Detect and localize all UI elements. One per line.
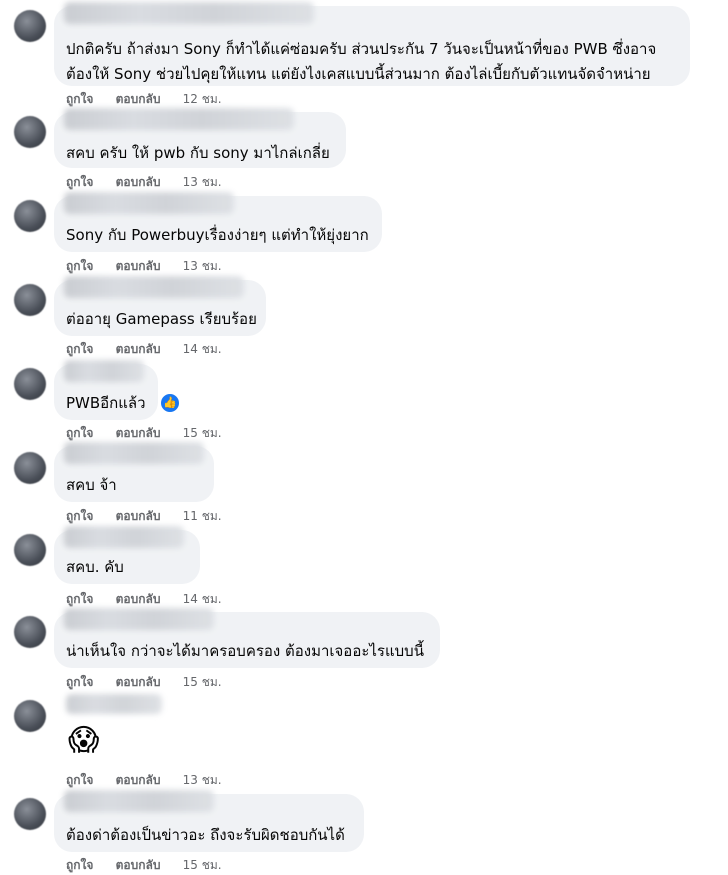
commenter-name-redacted bbox=[64, 526, 184, 548]
reply-button[interactable]: ตอบกลับ bbox=[116, 673, 161, 692]
like-button[interactable]: ถูกใจ bbox=[66, 257, 93, 276]
comment-bubble: ปกติครับ ถ้าส่งมา Sony ก็ทำได้แค่ซ่อมครั… bbox=[54, 2, 690, 86]
comment-bubble: สคบ ครับ ให้ pwb กับ sony มาไกล่เกลี่ย bbox=[54, 108, 346, 168]
like-button[interactable]: ถูกใจ bbox=[66, 673, 93, 692]
avatar[interactable] bbox=[14, 116, 46, 148]
commenter-name-redacted bbox=[64, 790, 214, 812]
avatar[interactable] bbox=[14, 10, 46, 42]
like-button[interactable]: ถูกใจ bbox=[66, 507, 93, 526]
commenter-name-redacted bbox=[64, 108, 294, 130]
like-button[interactable]: ถูกใจ bbox=[66, 340, 93, 359]
like-button[interactable]: ถูกใจ bbox=[66, 856, 93, 875]
commenter-name-redacted bbox=[66, 694, 162, 714]
reply-button[interactable]: ตอบกลับ bbox=[116, 771, 161, 790]
like-button[interactable]: ถูกใจ bbox=[66, 173, 93, 192]
like-reaction-icon[interactable]: 👍 bbox=[159, 392, 181, 414]
like-button[interactable]: ถูกใจ bbox=[66, 590, 93, 609]
reply-button[interactable]: ตอบกลับ bbox=[116, 173, 161, 192]
comment-timestamp[interactable]: 14 ชม. bbox=[183, 340, 222, 359]
like-button[interactable]: ถูกใจ bbox=[66, 424, 93, 443]
comment-bubble: PWBอีกแล้ว bbox=[54, 360, 158, 420]
avatar[interactable] bbox=[14, 284, 46, 316]
comment-timestamp[interactable]: 15 ชม. bbox=[183, 424, 222, 443]
avatar[interactable] bbox=[14, 452, 46, 484]
comment-bubble: สคบ จ้า bbox=[54, 442, 214, 502]
like-button[interactable]: ถูกใจ bbox=[66, 90, 93, 109]
avatar[interactable] bbox=[14, 700, 46, 732]
comment-text-line: สคบ. คับ bbox=[66, 558, 124, 576]
commenter-name-redacted bbox=[64, 442, 204, 464]
commenter-name-redacted bbox=[64, 608, 214, 630]
comment-timestamp[interactable]: 13 ชม. bbox=[183, 257, 222, 276]
comment-text-line: ต้องให้ Sony ช่วยไปคุยให้แทน แต่ยังไงเคส… bbox=[66, 65, 651, 83]
avatar[interactable] bbox=[14, 200, 46, 232]
commenter-name-redacted bbox=[64, 360, 144, 382]
comment-timestamp[interactable]: 14 ชม. bbox=[183, 590, 222, 609]
reply-button[interactable]: ตอบกลับ bbox=[116, 507, 161, 526]
avatar[interactable] bbox=[14, 368, 46, 400]
avatar[interactable] bbox=[14, 616, 46, 648]
comment-text-line: ต้องด่าต้องเป็นข่าวอะ ถึงจะรับผิดชอบกันไ… bbox=[66, 826, 345, 844]
comment-bubble: สคบ. คับ bbox=[54, 526, 200, 584]
comment-timestamp[interactable]: 13 ชม. bbox=[183, 771, 222, 790]
reply-button[interactable]: ตอบกลับ bbox=[116, 590, 161, 609]
reply-button[interactable]: ตอบกลับ bbox=[116, 257, 161, 276]
commenter-name-redacted bbox=[64, 192, 234, 214]
reply-button[interactable]: ตอบกลับ bbox=[116, 424, 161, 443]
comment-text-line: PWBอีกแล้ว bbox=[66, 394, 146, 412]
comment-text-line: Sony กับ Powerbuyเรื่องง่ายๆ แต่ทำให้ยุ่… bbox=[66, 226, 369, 244]
comment-bubble: ต่ออายุ Gamepass เรียบร้อย bbox=[54, 276, 266, 336]
comment-timestamp[interactable]: 15 ชม. bbox=[183, 673, 222, 692]
comment-text-line: ปกติครับ ถ้าส่งมา Sony ก็ทำได้แค่ซ่อมครั… bbox=[66, 40, 657, 58]
avatar[interactable] bbox=[14, 798, 46, 830]
comment-text-line: สคบ ครับ ให้ pwb กับ sony มาไกล่เกลี่ย bbox=[66, 144, 330, 162]
commenter-name-redacted bbox=[64, 276, 244, 298]
avatar[interactable] bbox=[14, 534, 46, 566]
comment-text-line: สคบ จ้า bbox=[66, 476, 117, 494]
comment-bubble: Sony กับ Powerbuyเรื่องง่ายๆ แต่ทำให้ยุ่… bbox=[54, 192, 382, 252]
commenter-name-redacted bbox=[64, 2, 314, 24]
emoji-comment: 😱 bbox=[68, 723, 100, 758]
comment-timestamp[interactable]: 15 ชม. bbox=[183, 856, 222, 875]
comment-text-line: น่าเห็นใจ กว่าจะได้มาครอบครอง ต้องมาเจออ… bbox=[66, 642, 424, 660]
like-button[interactable]: ถูกใจ bbox=[66, 771, 93, 790]
comment-text-line: ต่ออายุ Gamepass เรียบร้อย bbox=[66, 310, 257, 328]
comment-bubble: ต้องด่าต้องเป็นข่าวอะ ถึงจะรับผิดชอบกันไ… bbox=[54, 790, 364, 852]
reply-button[interactable]: ตอบกลับ bbox=[116, 856, 161, 875]
comment-timestamp[interactable]: 13 ชม. bbox=[183, 173, 222, 192]
comment-timestamp[interactable]: 11 ชม. bbox=[183, 507, 222, 526]
comment-bubble: น่าเห็นใจ กว่าจะได้มาครอบครอง ต้องมาเจออ… bbox=[54, 608, 440, 668]
reply-button[interactable]: ตอบกลับ bbox=[116, 340, 161, 359]
comment-timestamp[interactable]: 12 ชม. bbox=[183, 90, 222, 109]
reply-button[interactable]: ตอบกลับ bbox=[116, 90, 161, 109]
